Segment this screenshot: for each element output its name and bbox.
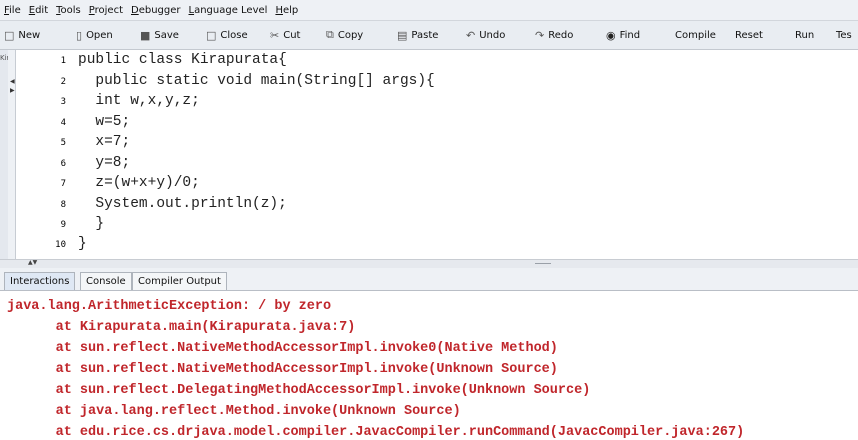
error-message: java.lang.ArithmeticException: / by zero <box>7 299 332 314</box>
stack-trace-line: at sun.reflect.NativeMethodAccessorImpl.… <box>7 362 558 377</box>
menu-project[interactable]: Project <box>85 5 127 16</box>
code-line[interactable]: } <box>78 236 87 252</box>
line-number: 9 <box>60 220 66 230</box>
save-icon: ■ <box>140 28 151 42</box>
menu-language-level[interactable]: Language Level <box>185 5 272 16</box>
code-line[interactable]: z=(w+x+y)/0; <box>78 175 199 191</box>
scissors-icon: ✂ <box>270 28 280 42</box>
menu-file[interactable]: File <box>0 5 25 16</box>
open-button[interactable]: ▯ Open <box>76 25 113 45</box>
line-number: 2 <box>60 77 66 87</box>
code-line[interactable]: y=8; <box>78 155 130 171</box>
new-button[interactable]: □ New <box>4 25 40 45</box>
menu-edit[interactable]: Edit <box>25 5 52 16</box>
copy-button[interactable]: ⧉ Copy <box>326 25 363 45</box>
copy-icon: ⧉ <box>326 28 334 41</box>
line-number-gutter: 1 2 3 4 5 6 7 8 9 10 <box>16 50 66 260</box>
open-folder-icon: ▯ <box>76 28 83 42</box>
save-button[interactable]: ■ Save <box>140 25 179 45</box>
split-pane-divider[interactable]: ◀ ▶ <box>8 50 16 260</box>
collapse-left-icon[interactable]: ◀ <box>10 78 15 85</box>
line-number: 7 <box>60 179 66 189</box>
stack-trace-line: at edu.rice.cs.drjava.model.compiler.Jav… <box>7 425 745 440</box>
reset-button[interactable]: Reset <box>735 25 763 45</box>
cut-button[interactable]: ✂ Cut <box>270 25 300 45</box>
splitter-arrows-icon[interactable]: ▲▼ <box>28 259 37 266</box>
line-number: 4 <box>60 118 66 128</box>
code-editor[interactable]: Kir ◀ ▶ 1 2 3 4 5 6 7 8 9 10 public clas… <box>0 50 858 261</box>
menu-debugger[interactable]: Debugger <box>127 5 185 16</box>
splitter-grip[interactable] <box>535 263 551 264</box>
line-number: 10 <box>55 240 66 250</box>
code-line[interactable]: w=5; <box>78 114 130 130</box>
undo-button[interactable]: ↶ Undo <box>466 25 505 45</box>
code-line[interactable]: System.out.println(z); <box>78 196 286 212</box>
tab-console[interactable]: Console <box>80 272 132 290</box>
code-line[interactable]: } <box>78 216 104 232</box>
menu-tools[interactable]: Tools <box>52 5 85 16</box>
menu-bar: File Edit Tools Project Debugger Languag… <box>0 0 858 21</box>
stack-trace-line: at sun.reflect.DelegatingMethodAccessorI… <box>7 383 591 398</box>
code-line[interactable]: public class Kirapurata{ <box>78 52 287 68</box>
line-number: 3 <box>60 97 66 107</box>
tab-interactions[interactable]: Interactions <box>4 272 76 290</box>
line-number: 6 <box>60 159 66 169</box>
find-button[interactable]: ◉ Find <box>606 25 640 45</box>
binoculars-icon: ◉ <box>606 28 616 42</box>
compile-button[interactable]: Compile <box>675 25 716 45</box>
line-number: 1 <box>60 56 66 66</box>
line-number: 5 <box>60 138 66 148</box>
redo-button[interactable]: ↷ Redo <box>535 25 573 45</box>
run-button[interactable]: Run <box>795 25 814 45</box>
stack-trace-line: at sun.reflect.NativeMethodAccessorImpl.… <box>7 341 558 356</box>
redo-icon: ↷ <box>535 28 545 42</box>
paste-button[interactable]: ▤ Paste <box>397 25 438 45</box>
code-line[interactable]: x=7; <box>78 134 130 150</box>
stack-trace-line: at java.lang.reflect.Method.invoke(Unkno… <box>7 404 461 419</box>
menu-help[interactable]: Help <box>271 5 302 16</box>
close-button[interactable]: □ Close <box>206 25 248 45</box>
toolbar: □ New ▯ Open ■ Save □ Close ✂ Cut ⧉ Copy… <box>0 21 858 50</box>
paste-icon: ▤ <box>397 28 408 42</box>
test-button[interactable]: Tes <box>836 25 852 45</box>
interactions-pane[interactable]: java.lang.ArithmeticException: / by zero… <box>0 291 858 440</box>
line-number: 8 <box>60 200 66 210</box>
code-line[interactable]: int w,x,y,z; <box>78 93 199 109</box>
panel-splitter[interactable]: ▲▼ <box>0 259 858 268</box>
close-file-icon: □ <box>206 28 217 42</box>
bottom-tab-bar: Interactions Console Compiler Output <box>0 268 858 291</box>
expand-right-icon[interactable]: ▶ <box>10 87 15 94</box>
new-file-icon: □ <box>4 28 15 42</box>
code-line[interactable]: public static void main(String[] args){ <box>78 73 434 89</box>
undo-icon: ↶ <box>466 28 476 42</box>
code-area[interactable]: public class Kirapurata{ public static v… <box>78 50 858 260</box>
stack-trace-line: at Kirapurata.main(Kirapurata.java:7) <box>7 320 356 335</box>
tab-compiler-output[interactable]: Compiler Output <box>132 272 227 290</box>
